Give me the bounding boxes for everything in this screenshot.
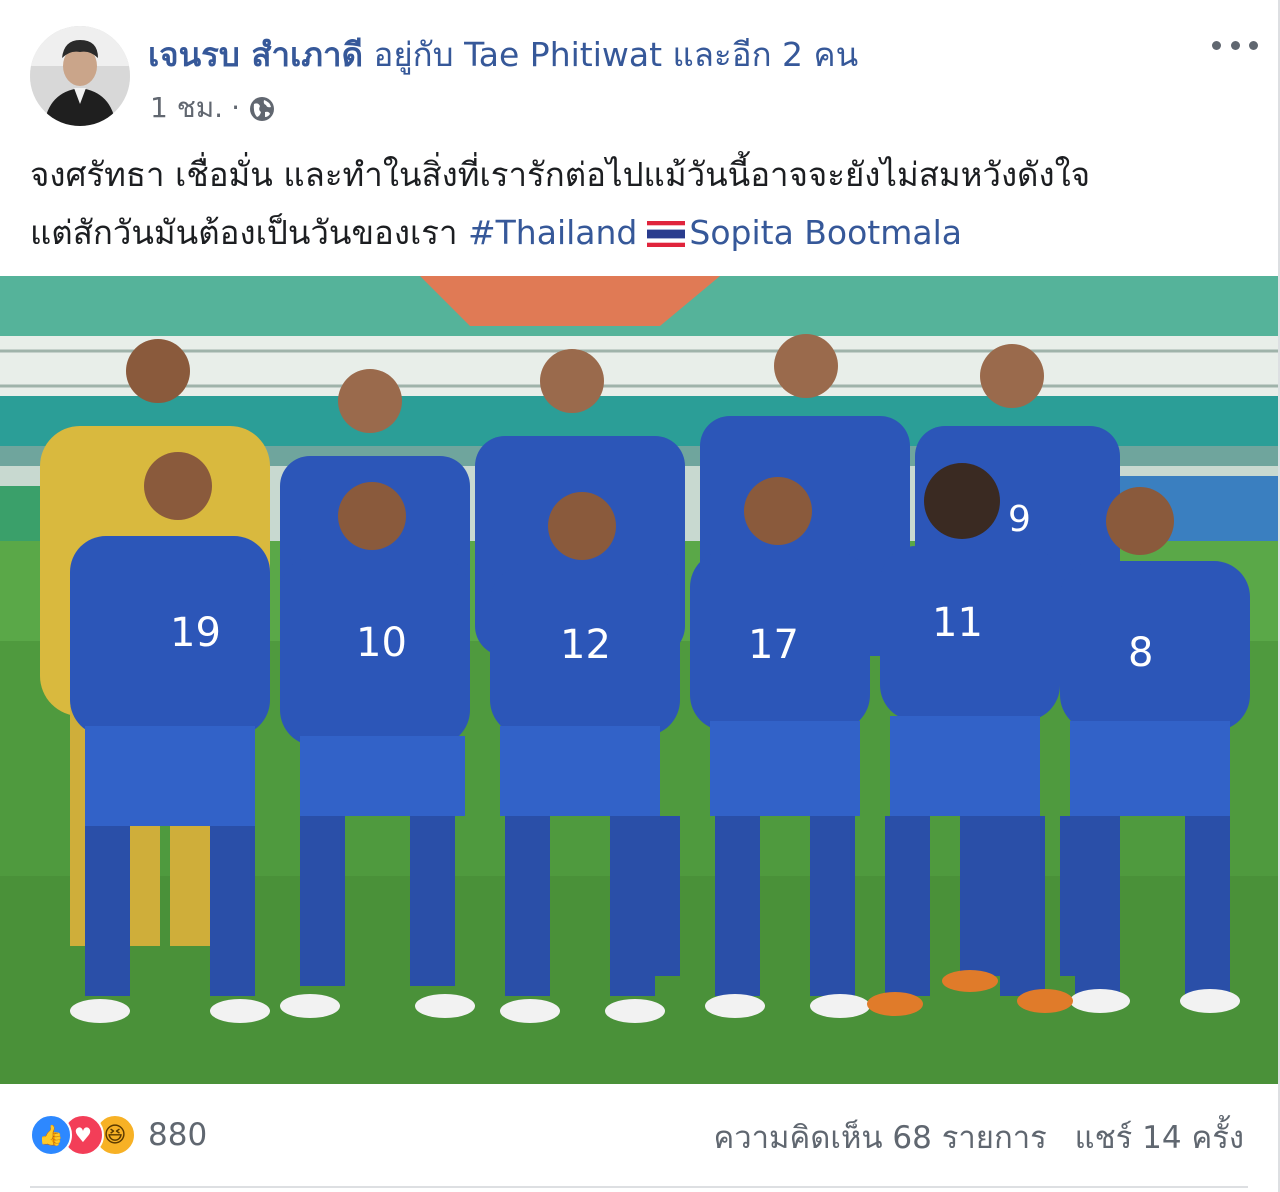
share-count-link[interactable]: แชร์ 14 ครั้ง bbox=[1075, 1120, 1244, 1156]
shirt-number-back: 9 bbox=[1008, 499, 1031, 540]
facebook-post: เจนรบ สำเภาดี อยู่กับ Tae Phitiwat และอี… bbox=[0, 0, 1280, 1192]
reaction-count[interactable]: 880 bbox=[148, 1117, 207, 1153]
tagged-people-link[interactable]: Tae Phitiwat และอีก 2 คน bbox=[464, 35, 858, 74]
post-text-line-2-text: แต่สักวันมันต้องเป็นวันของเรา bbox=[30, 213, 458, 252]
engagement-stats: ความคิดเห็น 68 รายการ แชร์ 14 ครั้ง bbox=[714, 1112, 1245, 1162]
meta-separator: · bbox=[231, 91, 240, 124]
comment-count-link[interactable]: ความคิดเห็น 68 รายการ bbox=[714, 1120, 1047, 1156]
post-header-line: เจนรบ สำเภาดี อยู่กับ Tae Phitiwat และอี… bbox=[148, 30, 858, 80]
shirt-number: 12 bbox=[560, 622, 611, 668]
avatar-photo bbox=[30, 26, 130, 126]
post-message: จงศรัทธา เชื่อมั่น และทำในสิ่งที่เรารักต… bbox=[30, 146, 1250, 262]
reaction-summary[interactable]: 👍 ♥ 😆 880 bbox=[30, 1114, 207, 1156]
post-meta: 1 ชม. · bbox=[150, 88, 276, 128]
mention-link[interactable]: Sopita Bootmala bbox=[689, 213, 962, 252]
shirt-number: 8 bbox=[1128, 630, 1153, 676]
shirt-number: 11 bbox=[932, 600, 983, 646]
shirt-number: 19 bbox=[170, 610, 221, 656]
post-text-line-2: แต่สักวันมันต้องเป็นวันของเรา #Thailand … bbox=[30, 204, 1250, 262]
thailand-flag-icon bbox=[647, 207, 686, 247]
hashtag-link[interactable]: #Thailand bbox=[468, 213, 637, 252]
with-label: อยู่กับ bbox=[373, 35, 454, 74]
post-footer: 👍 ♥ 😆 880 ความคิดเห็น 68 รายการ แชร์ 14 … bbox=[0, 1084, 1278, 1192]
shirt-number: 10 bbox=[356, 620, 407, 666]
more-options-icon[interactable] bbox=[1212, 30, 1258, 60]
timestamp[interactable]: 1 ชม. bbox=[150, 88, 223, 128]
globe-icon[interactable] bbox=[248, 94, 276, 122]
team-photo[interactable]: 9 19 10 12 17 11 8 bbox=[0, 276, 1278, 1084]
shirt-number: 17 bbox=[748, 622, 799, 668]
author-name[interactable]: เจนรบ สำเภาดี bbox=[148, 35, 363, 74]
like-icon: 👍 bbox=[30, 1114, 72, 1156]
footer-divider bbox=[30, 1186, 1248, 1188]
avatar[interactable] bbox=[30, 26, 130, 126]
post-text-line-1: จงศรัทธา เชื่อมั่น และทำในสิ่งที่เรารักต… bbox=[30, 155, 1091, 194]
